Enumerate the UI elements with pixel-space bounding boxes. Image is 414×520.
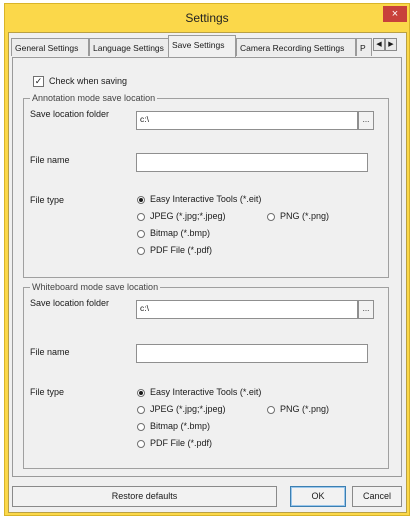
whiteboard-option-bmp-label: Bitmap (*.bmp)	[150, 421, 211, 431]
tab-scroll-right-button[interactable]: ▶	[385, 38, 397, 51]
annotation-radio-bmp[interactable]	[137, 230, 145, 238]
close-icon: ×	[391, 8, 399, 20]
whiteboard-file-name-label: File name	[30, 347, 70, 357]
whiteboard-group-legend: Whiteboard mode save location	[30, 282, 161, 292]
tab-language-settings[interactable]: Language Settings	[89, 38, 169, 56]
whiteboard-option-png-label: PNG (*.png)	[280, 404, 330, 414]
tab-camera-recording-settings[interactable]: Camera Recording Settings	[236, 38, 356, 56]
whiteboard-file-type-label: File type	[30, 387, 65, 397]
settings-window: Settings × General Settings Language Set…	[4, 3, 410, 516]
annotation-file-type-label: File type	[30, 195, 65, 205]
arrow-left-icon: ◀	[376, 41, 382, 48]
whiteboard-file-name-input[interactable]	[136, 344, 368, 363]
tab-general-settings[interactable]: General Settings	[11, 38, 89, 56]
whiteboard-folder-label: Save location folder	[30, 298, 110, 308]
check-when-saving-label: Check when saving	[49, 76, 128, 86]
window-title: Settings	[185, 11, 229, 25]
annotation-group-legend: Annotation mode save location	[30, 93, 158, 103]
annotation-radio-eit[interactable]	[137, 196, 145, 204]
checkmark-icon: ✓	[34, 76, 43, 86]
tab-overflow[interactable]: P	[356, 38, 372, 56]
restore-defaults-button[interactable]: Restore defaults	[12, 486, 277, 507]
whiteboard-save-group: Whiteboard mode save location Save locat…	[23, 282, 389, 469]
whiteboard-radio-jpeg[interactable]	[137, 406, 145, 414]
annotation-folder-input[interactable]: c:\	[136, 111, 358, 130]
whiteboard-radio-eit[interactable]	[137, 389, 145, 397]
annotation-folder-label: Save location folder	[30, 109, 110, 119]
whiteboard-browse-button[interactable]: ...	[358, 300, 374, 319]
whiteboard-radio-pdf[interactable]	[137, 440, 145, 448]
whiteboard-option-jpeg-label: JPEG (*.jpg;*.jpeg)	[150, 404, 226, 414]
annotation-file-name-input[interactable]	[136, 153, 368, 172]
tab-save-settings[interactable]: Save Settings	[168, 35, 236, 57]
dialog-client: General Settings Language Settings Save …	[8, 32, 407, 513]
dialog-button-bar: Restore defaults OK Cancel	[12, 486, 402, 508]
annotation-option-jpeg-label: JPEG (*.jpg;*.jpeg)	[150, 211, 226, 221]
annotation-browse-button[interactable]: ...	[358, 111, 374, 130]
annotation-option-eit-label: Easy Interactive Tools (*.eit)	[150, 194, 262, 204]
tab-strip: General Settings Language Settings Save …	[11, 35, 404, 57]
annotation-option-bmp-label: Bitmap (*.bmp)	[150, 228, 211, 238]
annotation-option-png-label: PNG (*.png)	[280, 211, 330, 221]
annotation-save-group: Annotation mode save location Save locat…	[23, 93, 389, 278]
annotation-option-pdf-label: PDF File (*.pdf)	[150, 245, 213, 255]
whiteboard-folder-input[interactable]: c:\	[136, 300, 358, 319]
annotation-file-name-label: File name	[30, 155, 70, 165]
cancel-button[interactable]: Cancel	[352, 486, 402, 507]
arrow-right-icon: ▶	[388, 41, 394, 48]
annotation-radio-jpeg[interactable]	[137, 213, 145, 221]
title-bar[interactable]: Settings ×	[5, 4, 409, 32]
whiteboard-option-pdf-label: PDF File (*.pdf)	[150, 438, 213, 448]
whiteboard-radio-bmp[interactable]	[137, 423, 145, 431]
annotation-radio-pdf[interactable]	[137, 247, 145, 255]
whiteboard-radio-png[interactable]	[267, 406, 275, 414]
check-when-saving-checkbox[interactable]: ✓	[33, 76, 44, 87]
save-settings-panel: ✓ Check when saving Annotation mode save…	[12, 57, 402, 477]
close-button[interactable]: ×	[383, 6, 407, 22]
ok-button[interactable]: OK	[290, 486, 346, 507]
annotation-radio-png[interactable]	[267, 213, 275, 221]
tab-scroll-left-button[interactable]: ◀	[373, 38, 385, 51]
whiteboard-option-eit-label: Easy Interactive Tools (*.eit)	[150, 387, 262, 397]
